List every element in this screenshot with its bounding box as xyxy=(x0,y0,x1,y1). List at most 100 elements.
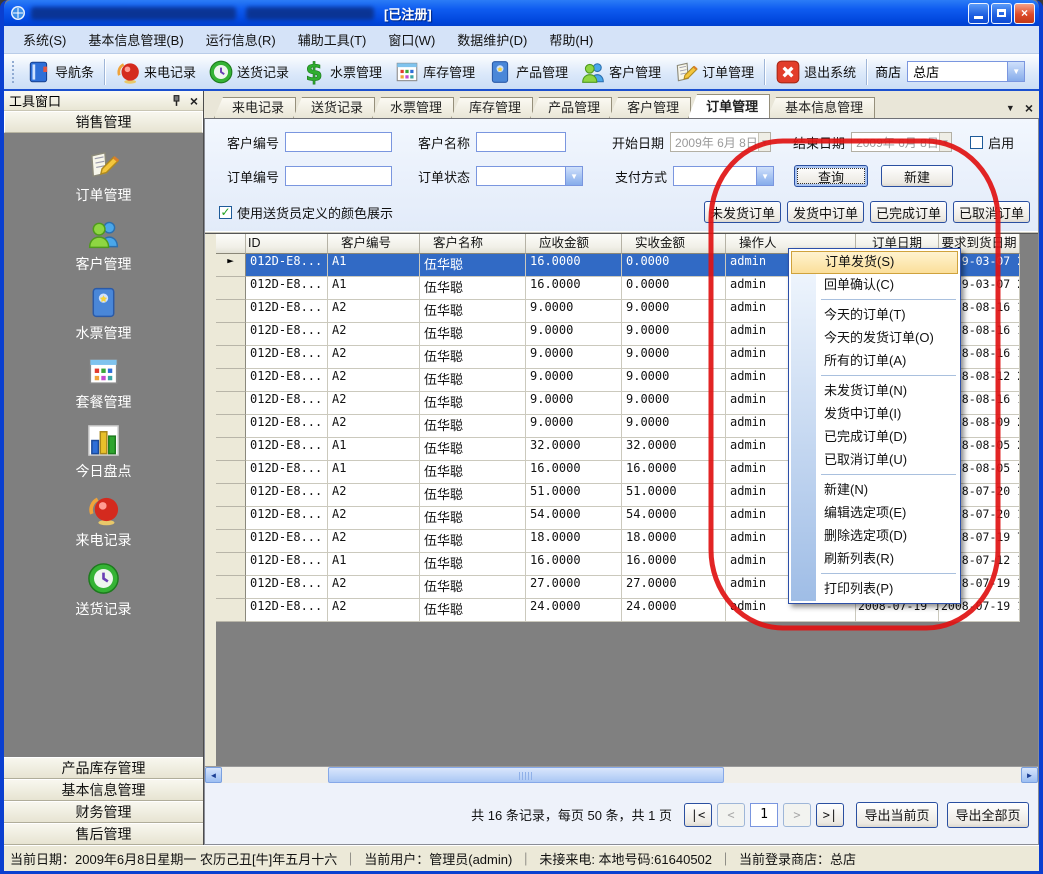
toolbar-product-button[interactable]: 产品管理 xyxy=(481,57,574,87)
row-selector-cell[interactable] xyxy=(216,507,246,530)
grid-column-header[interactable]: ID xyxy=(246,234,328,254)
chevron-down-icon[interactable]: ▼ xyxy=(565,167,582,185)
context-menu-item[interactable]: 所有的订单(A) xyxy=(791,350,958,373)
export-current-page-button[interactable]: 导出当前页 xyxy=(856,802,938,828)
context-menu-item[interactable]: 未发货订单(N) xyxy=(791,380,958,403)
order-status-filter-button[interactable]: 已取消订单 xyxy=(953,201,1030,223)
chevron-down-icon[interactable]: ▼ xyxy=(758,133,770,151)
sidebar-item-delivery-records[interactable]: 送货记录 xyxy=(76,561,132,619)
toolbar-incoming-calls-button[interactable]: 来电记录 xyxy=(109,57,202,87)
customer-name-input[interactable] xyxy=(476,132,566,152)
chevron-down-icon[interactable]: ▼ xyxy=(939,133,951,151)
page-number-input[interactable] xyxy=(750,803,778,827)
scrollbar-track[interactable] xyxy=(222,767,1021,783)
row-selector-cell[interactable] xyxy=(216,415,246,438)
toolbar-delivery-records-button[interactable]: 送货记录 xyxy=(202,57,295,87)
row-selector-cell[interactable] xyxy=(216,438,246,461)
row-selector-cell[interactable] xyxy=(216,576,246,599)
scroll-left-icon[interactable]: ◄ xyxy=(205,767,222,783)
tab[interactable]: 来电记录 xyxy=(214,97,296,118)
context-menu-item[interactable]: 订单发货(S) xyxy=(791,251,958,274)
context-menu-item[interactable]: 发货中订单(I) xyxy=(791,403,958,426)
sidebar-item-today-stocktake[interactable]: 今日盘点 xyxy=(76,423,132,481)
row-selector-cell[interactable] xyxy=(216,392,246,415)
tab[interactable]: 送货记录 xyxy=(293,97,375,118)
menu-item[interactable]: 系统(S) xyxy=(12,26,77,53)
order-status-filter-button[interactable]: 发货中订单 xyxy=(787,201,864,223)
query-button[interactable]: 查询 xyxy=(794,165,868,187)
menu-item[interactable]: 运行信息(R) xyxy=(195,26,287,53)
end-date-picker[interactable]: 2009年 6月 8日 ▼ xyxy=(851,132,952,152)
context-menu-item[interactable]: 今天的订单(T) xyxy=(791,304,958,327)
close-button[interactable]: × xyxy=(1014,3,1035,24)
order-code-input[interactable] xyxy=(285,166,392,186)
context-menu-item[interactable]: 新建(N) xyxy=(791,479,958,502)
row-selector-cell[interactable] xyxy=(216,461,246,484)
row-selector-cell[interactable] xyxy=(216,369,246,392)
maximize-button[interactable] xyxy=(991,3,1012,24)
menu-item[interactable]: 窗口(W) xyxy=(377,26,446,53)
sidebar-section-sales[interactable]: 销售管理 xyxy=(4,111,203,133)
row-selector-cell[interactable] xyxy=(216,300,246,323)
context-menu-item[interactable]: 已取消订单(U) xyxy=(791,449,958,472)
context-menu-item[interactable]: 删除选定项(D) xyxy=(791,525,958,548)
tab-list-dropdown-icon[interactable]: ▼ xyxy=(1006,103,1015,113)
sidebar-item-water-ticket-mgmt[interactable]: 水票管理 xyxy=(76,285,132,343)
toolbar-order-button[interactable]: 订单管理 xyxy=(667,57,760,87)
menu-item[interactable]: 数据维护(D) xyxy=(446,26,538,53)
row-selector-cell[interactable] xyxy=(216,323,246,346)
row-selector-cell[interactable] xyxy=(216,484,246,507)
chevron-down-icon[interactable]: ▼ xyxy=(756,167,773,185)
start-date-picker[interactable]: 2009年 6月 8日 ▼ xyxy=(670,132,771,152)
grid-column-header[interactable] xyxy=(216,234,246,254)
scroll-right-icon[interactable]: ► xyxy=(1021,767,1038,783)
row-selector-cell[interactable] xyxy=(216,553,246,576)
sidebar-section-button[interactable]: 产品库存管理 xyxy=(4,757,203,779)
sidebar-item-customer-mgmt[interactable]: 客户管理 xyxy=(76,216,132,274)
pin-icon[interactable] xyxy=(170,94,183,107)
customer-code-input[interactable] xyxy=(285,132,392,152)
context-menu-item[interactable]: 回单确认(C) xyxy=(791,274,958,297)
row-selector-cell[interactable] xyxy=(216,346,246,369)
minimize-button[interactable] xyxy=(968,3,989,24)
tab[interactable]: 订单管理 xyxy=(688,94,770,118)
toolbar-grip[interactable] xyxy=(11,60,15,84)
chevron-down-icon[interactable]: ▼ xyxy=(1007,62,1024,81)
menu-item[interactable]: 辅助工具(T) xyxy=(287,26,378,53)
sidebar-section-button[interactable]: 财务管理 xyxy=(4,801,203,823)
tab[interactable]: 客户管理 xyxy=(609,97,691,118)
scrollbar-thumb[interactable] xyxy=(328,767,724,783)
tab[interactable]: 库存管理 xyxy=(451,97,533,118)
sidebar-item-incoming-calls[interactable]: 来电记录 xyxy=(76,492,132,550)
sidebar-item-order-mgmt[interactable]: 订单管理 xyxy=(76,147,132,205)
toolbar-exit-button[interactable]: 退出系统 xyxy=(769,57,862,87)
context-menu-item[interactable]: 打印列表(P) xyxy=(791,578,958,601)
context-menu-item[interactable]: 编辑选定项(E) xyxy=(791,502,958,525)
context-menu-item[interactable]: 今天的发货订单(O) xyxy=(791,327,958,350)
row-selector-cell[interactable] xyxy=(216,277,246,300)
tab-close-icon[interactable]: × xyxy=(1025,103,1033,113)
last-page-button[interactable]: >| xyxy=(816,803,844,827)
toolbar-customer-button[interactable]: 客户管理 xyxy=(574,57,667,87)
sidebar-section-button[interactable]: 基本信息管理 xyxy=(4,779,203,801)
export-all-pages-button[interactable]: 导出全部页 xyxy=(947,802,1029,828)
sidebar-item-package-mgmt[interactable]: 套餐管理 xyxy=(76,354,132,412)
grid-column-header[interactable]: 客户编号 xyxy=(328,234,420,254)
pay-method-select[interactable]: ▼ xyxy=(673,166,774,186)
enable-date-checkbox[interactable] xyxy=(970,136,983,149)
row-selector-cell[interactable] xyxy=(216,530,246,553)
grid-column-header[interactable]: 应收金额 xyxy=(526,234,622,254)
new-button[interactable]: 新建 xyxy=(881,165,953,187)
toolbar-navbar-button[interactable]: 导航条 xyxy=(20,57,100,87)
order-status-filter-button[interactable]: 已完成订单 xyxy=(870,201,947,223)
context-menu-item[interactable]: 已完成订单(D) xyxy=(791,426,958,449)
order-status-filter-button[interactable]: 未发货订单 xyxy=(704,201,781,223)
tab[interactable]: 水票管理 xyxy=(372,97,454,118)
tab[interactable]: 产品管理 xyxy=(530,97,612,118)
sidebar-section-button[interactable]: 售后管理 xyxy=(4,823,203,845)
next-page-button[interactable]: > xyxy=(783,803,811,827)
row-selector-cell[interactable]: ► xyxy=(216,254,246,277)
tab[interactable]: 基本信息管理 xyxy=(767,97,875,118)
color-display-checkbox[interactable]: ✓ xyxy=(219,206,232,219)
grid-column-header[interactable]: 客户名称 xyxy=(420,234,526,254)
